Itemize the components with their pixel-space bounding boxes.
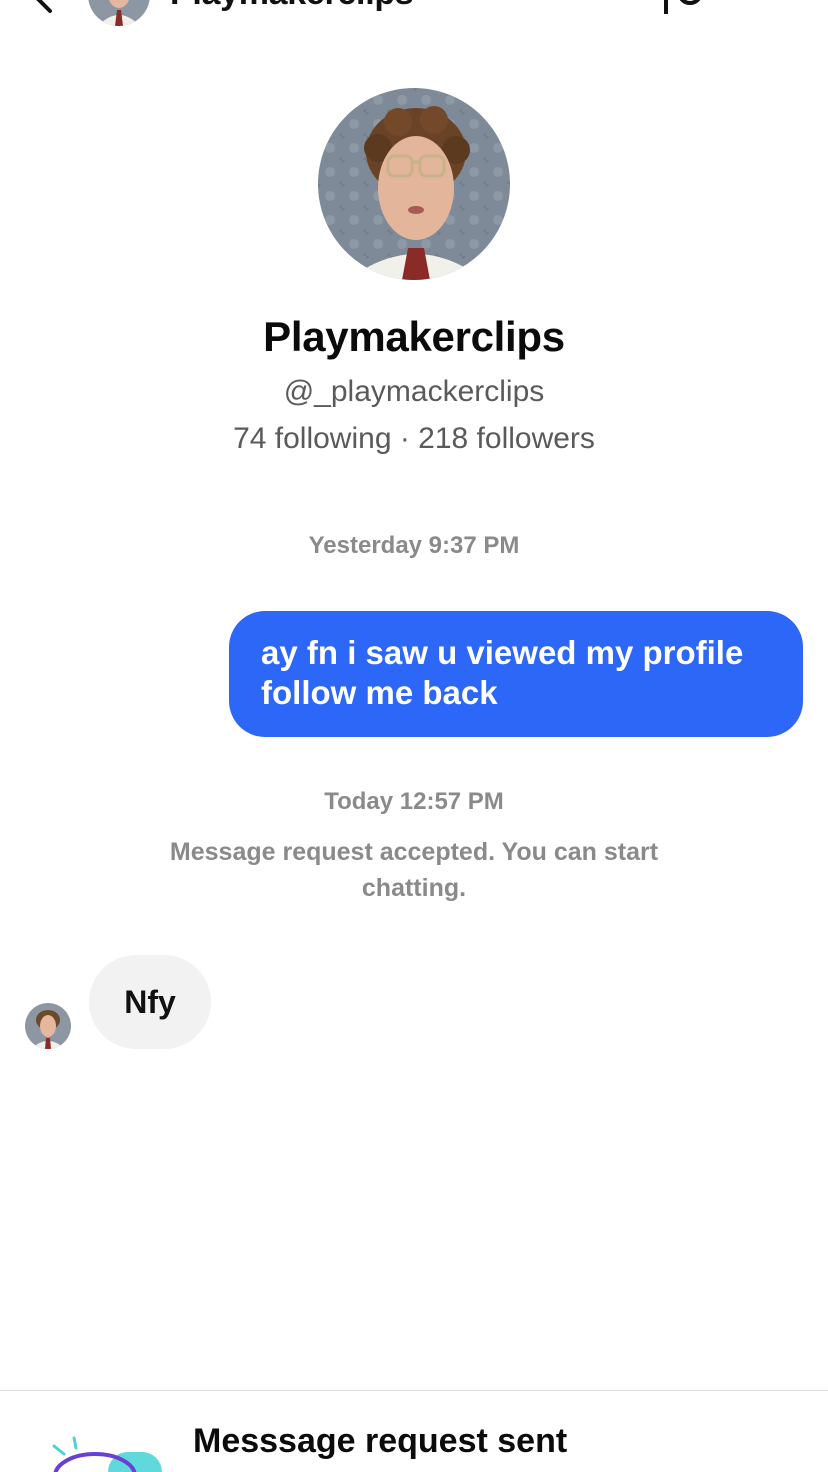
chevron-left-icon[interactable]	[30, 0, 60, 14]
profile-stats[interactable]: 74 following · 218 followers	[0, 422, 828, 456]
profile-handle: @_playmackerclips	[283, 375, 545, 408]
flag-icon[interactable]	[660, 0, 710, 14]
incoming-message-text: Nfy	[124, 984, 176, 1020]
outgoing-message-text: ay fn i saw u viewed my profile follow m…	[261, 634, 744, 711]
header-avatar[interactable]	[88, 0, 150, 26]
request-status-title: Messsage request sent	[193, 1422, 568, 1460]
footer-divider	[0, 1390, 828, 1391]
incoming-message-bubble[interactable]: Nfy	[89, 955, 211, 1049]
profile-display-name: Playmakerclips	[263, 313, 565, 360]
dm-conversation-screen: Playmakerclips @_playmackerclips 74 foll…	[0, 0, 828, 1472]
profile-avatar[interactable]	[318, 88, 510, 280]
message-timestamp: Yesterday 9:37 PM	[308, 532, 520, 559]
outgoing-message-bubble[interactable]: ay fn i saw u viewed my profile follow m…	[229, 611, 803, 737]
sender-avatar[interactable]	[25, 1003, 71, 1049]
message-request-illustration	[40, 1430, 170, 1472]
chat-header: Playmakerclips	[0, 0, 828, 36]
message-timestamp: Today 12:57 PM	[324, 788, 504, 815]
header-title: Playmakerclips	[170, 0, 414, 13]
system-message: Message request accepted. You can start …	[169, 838, 659, 902]
